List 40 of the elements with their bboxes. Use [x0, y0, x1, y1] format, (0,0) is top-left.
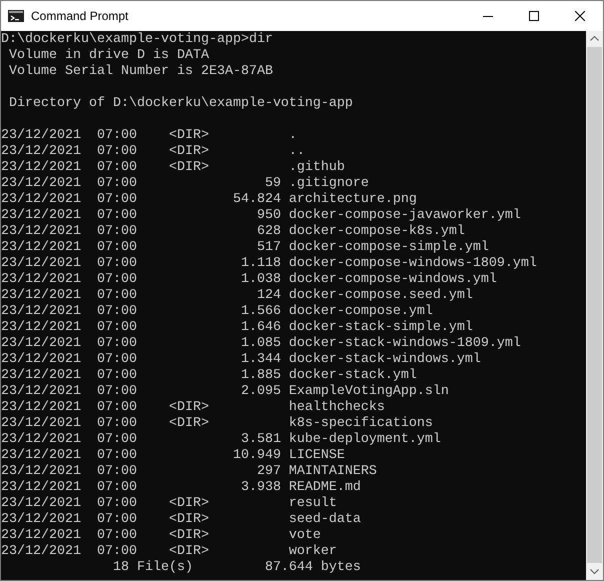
terminal-line: 23/12/2021 07:00 <DIR> worker — [1, 544, 338, 560]
terminal-line: 23/12/2021 07:00 1.566 docker-compose.yml — [1, 304, 434, 320]
terminal-line: 23/12/2021 07:00 <DIR> k8s-specifications — [1, 416, 434, 432]
terminal-line: Volume Serial Number is 2E3A-87AB — [8, 64, 274, 80]
terminal-line: Directory of D:\dockerku\example-voting-app — [8, 96, 354, 112]
terminal-line: 23/12/2021 07:00 3.938 README.md — [1, 480, 362, 496]
terminal-line: 23/12/2021 07:00 <DIR> vote — [1, 528, 322, 544]
terminal-line: 23/12/2021 07:00 124 docker-compose.seed.yml — [1, 288, 474, 304]
scroll-down-icon[interactable] — [590, 569, 599, 574]
terminal-line: 23/12/2021 07:00 <DIR> . — [1, 128, 298, 144]
terminal-line: 23/12/2021 07:00 1.038 docker-compose-windows.yml — [1, 272, 498, 288]
terminal-line: 23/12/2021 07:00 <DIR> result — [1, 496, 338, 512]
scrollbar[interactable] — [586, 31, 603, 580]
terminal-line: 23/12/2021 07:00 <DIR> seed-data — [1, 512, 362, 528]
terminal-icon — [8, 10, 24, 22]
terminal-line: 23/12/2021 07:00 1.646 docker-stack-simple.yml — [1, 320, 474, 336]
window-title: Command Prompt — [31, 8, 128, 25]
scrollbar-thumb[interactable] — [587, 47, 602, 563]
terminal-line: 23/12/2021 07:00 1.085 docker-stack-windows-1809.yml — [1, 336, 522, 352]
terminal-line: 23/12/2021 07:00 950 docker-compose-javaworker.yml — [1, 208, 522, 224]
terminal-line: 23/12/2021 07:00 297 MAINTAINERS — [1, 464, 378, 480]
terminal-line: 23/12/2021 07:00 54.824 architecture.png — [1, 192, 418, 208]
scroll-up-icon[interactable] — [590, 36, 599, 41]
terminal-line: 23/12/2021 07:00 10.949 LICENSE — [1, 448, 346, 464]
terminal-line: 18 File(s) 87.644 bytes — [112, 560, 362, 576]
terminal-line: 23/12/2021 07:00 <DIR> healthchecks — [1, 400, 386, 416]
terminal-line: 23/12/2021 07:00 1.885 docker-stack.yml — [1, 368, 418, 384]
terminal-line: 23/12/2021 07:00 <DIR> .github — [1, 160, 346, 176]
terminal-line: 23/12/2021 07:00 2.095 ExampleVotingApp.sln — [1, 384, 450, 400]
terminal-line: 23/12/2021 07:00 <DIR> .. — [1, 144, 306, 160]
terminal-line: 23/12/2021 07:00 628 docker-compose-k8s.yml — [1, 224, 466, 240]
terminal-line: D:\dockerku\example-voting-app>dir — [1, 32, 274, 48]
terminal-line: Volume in drive D is DATA — [8, 48, 210, 64]
maximize-icon[interactable] — [529, 11, 539, 21]
terminal-line: 23/12/2021 07:00 1.344 docker-stack-windows.yml — [1, 352, 482, 368]
terminal-line: 23/12/2021 07:00 59 .gitignore — [1, 176, 370, 192]
terminal-line: 23/12/2021 07:00 517 docker-compose-simple.yml — [1, 240, 490, 256]
terminal-line: 23/12/2021 07:00 1.118 docker-compose-windows-1809.yml — [1, 256, 538, 272]
terminal-line: 23/12/2021 07:00 3.581 kube-deployment.yml — [1, 432, 442, 448]
close-icon[interactable] — [575, 11, 585, 21]
